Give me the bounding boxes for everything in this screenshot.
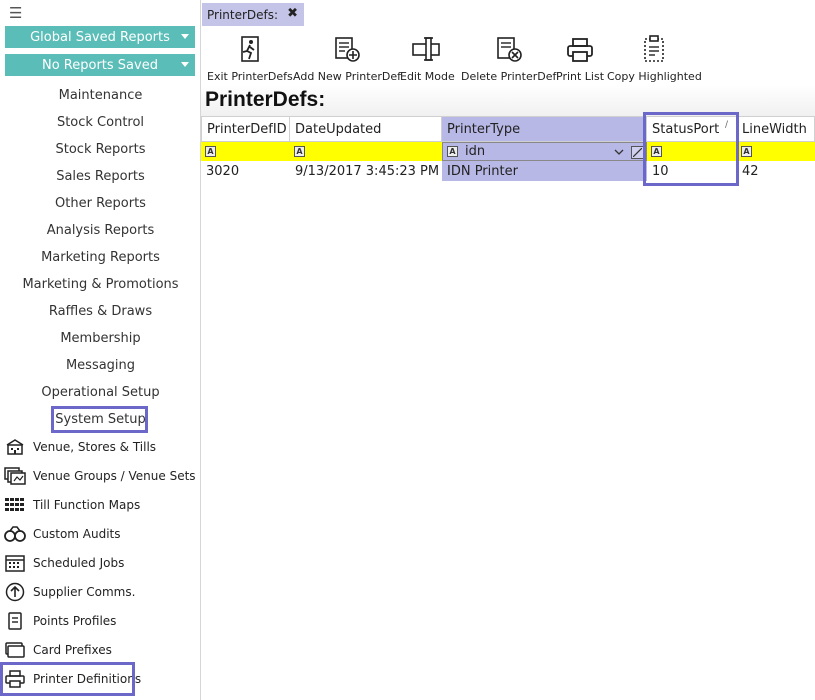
column-header-printerdefid[interactable]: PrinterDefID xyxy=(201,116,290,142)
sidebar-item-points-profiles[interactable]: Points Profiles xyxy=(4,609,116,633)
filter-cell-linewidth[interactable]: A xyxy=(737,142,815,161)
sidebar-item-card-prefixes[interactable]: Card Prefixes xyxy=(4,638,112,662)
filter-input-printertype[interactable]: idn xyxy=(465,144,485,159)
delete-printerdef-label: Delete PrinterDef xyxy=(461,70,557,83)
filter-icon: A xyxy=(741,146,752,157)
filter-cell-printerdefid[interactable]: A xyxy=(201,142,290,161)
sidebar-item-label: Custom Audits xyxy=(33,527,121,541)
sidebar-item-label: Till Function Maps xyxy=(33,498,141,512)
copy-highlighted-button[interactable]: Copy Highlighted xyxy=(607,33,702,83)
chevron-down-icon xyxy=(181,62,189,67)
exit-printerdefs-button[interactable]: Exit PrinterDefs xyxy=(207,33,293,83)
main-panel: PrinterDefs: ✖ Exit PrinterDefs Add New … xyxy=(201,0,815,700)
sidebar-item-venue-stores-tills[interactable]: Venue, Stores & Tills xyxy=(4,435,156,459)
cell-printerdefid[interactable]: 3020 xyxy=(201,161,290,181)
sidebar-item-custom-audits[interactable]: Custom Audits xyxy=(4,522,121,546)
filter-icon: A xyxy=(447,146,458,157)
page-title: PrinterDefs: xyxy=(205,88,326,111)
column-header-dateupdated[interactable]: DateUpdated xyxy=(290,116,442,142)
sidebar-item-label: Scheduled Jobs xyxy=(33,556,125,570)
cell-dateupdated[interactable]: 9/13/2017 3:45:23 PM xyxy=(290,161,442,181)
copy-highlighted-label: Copy Highlighted xyxy=(607,70,702,83)
cell-linewidth[interactable]: 42 xyxy=(737,161,815,181)
column-header-linewidth[interactable]: LineWidth xyxy=(737,116,815,142)
statusport-column-highlight xyxy=(643,112,739,186)
tab-printerdefs[interactable]: PrinterDefs: ✖ xyxy=(202,3,304,26)
cell-printertype[interactable]: IDN Printer xyxy=(442,161,647,181)
tab-label: PrinterDefs: xyxy=(207,7,279,22)
sidebar-item-label: Card Prefixes xyxy=(33,643,112,657)
add-printerdef-label: Add New PrinterDef xyxy=(293,70,401,83)
menu-item-maintenance[interactable]: Maintenance xyxy=(0,87,201,105)
no-reports-saved-dropdown[interactable]: No Reports Saved xyxy=(5,54,195,76)
sidebar-item-till-function-maps[interactable]: Till Function Maps xyxy=(4,493,140,517)
sidebar-item-label: Supplier Comms. xyxy=(33,585,136,599)
edit-mode-label: Edit Mode xyxy=(400,70,455,83)
global-saved-reports-label: Global Saved Reports xyxy=(30,29,170,45)
document-icon xyxy=(4,611,26,631)
venue-groups-icon xyxy=(4,466,26,486)
menu-item-membership[interactable]: Membership xyxy=(0,330,201,348)
menu-item-stock-control[interactable]: Stock Control xyxy=(0,114,201,132)
sidebar: ☰ Global Saved Reports No Reports Saved … xyxy=(0,0,201,700)
grid-icon xyxy=(4,495,26,515)
menu-item-operational-setup[interactable]: Operational Setup xyxy=(0,384,201,402)
handcuffs-icon xyxy=(4,524,26,544)
sidebar-item-label: Venue, Stores & Tills xyxy=(33,440,157,454)
close-icon[interactable]: ✖ xyxy=(287,6,298,21)
exit-icon xyxy=(238,33,262,63)
sidebar-item-supplier-comms[interactable]: Supplier Comms. xyxy=(4,580,135,604)
clipboard-icon xyxy=(641,33,667,63)
print-list-button[interactable]: Print List xyxy=(556,33,604,83)
system-setup-highlight xyxy=(51,406,148,433)
delete-printerdef-button[interactable]: Delete PrinterDef xyxy=(461,33,556,83)
edit-mode-button[interactable]: Edit Mode xyxy=(400,33,455,83)
chevron-down-icon xyxy=(181,34,189,39)
printer-definitions-highlight xyxy=(0,662,135,696)
menu-item-other-reports[interactable]: Other Reports xyxy=(0,195,201,213)
add-printerdef-button[interactable]: Add New PrinterDef xyxy=(293,33,401,83)
filter-cell-printertype[interactable]: A idn xyxy=(442,142,647,161)
sidebar-item-scheduled-jobs[interactable]: Scheduled Jobs xyxy=(4,551,124,575)
edit-mode-icon xyxy=(411,33,443,63)
chevron-down-icon[interactable] xyxy=(613,146,625,158)
menu-item-messaging[interactable]: Messaging xyxy=(0,357,201,375)
print-list-label: Print List xyxy=(556,70,605,83)
toolbar: Exit PrinterDefs Add New PrinterDef Edit… xyxy=(201,27,815,85)
tab-bar: PrinterDefs: ✖ xyxy=(201,0,815,27)
upload-circle-icon xyxy=(4,582,26,602)
sidebar-item-venue-groups[interactable]: Venue Groups / Venue Sets xyxy=(4,464,196,488)
sidebar-item-label: Venue Groups / Venue Sets xyxy=(33,469,196,483)
add-document-icon xyxy=(332,33,362,63)
delete-document-icon xyxy=(494,33,524,63)
filter-cell-dateupdated[interactable]: A xyxy=(290,142,442,161)
menu-item-marketing-promotions[interactable]: Marketing & Promotions xyxy=(0,276,201,294)
column-header-printertype[interactable]: PrinterType xyxy=(442,116,647,142)
venue-icon xyxy=(4,437,26,457)
filter-icon: A xyxy=(205,146,216,157)
calendar-icon xyxy=(4,553,26,573)
cards-icon xyxy=(4,640,26,660)
menu-item-analysis-reports[interactable]: Analysis Reports xyxy=(0,222,201,240)
hamburger-menu-icon[interactable]: ☰ xyxy=(9,6,22,21)
filter-icon: A xyxy=(294,146,305,157)
no-reports-saved-label: No Reports Saved xyxy=(42,57,158,73)
menu-item-marketing-reports[interactable]: Marketing Reports xyxy=(0,249,201,267)
menu-item-raffles-draws[interactable]: Raffles & Draws xyxy=(0,303,201,321)
menu-item-sales-reports[interactable]: Sales Reports xyxy=(0,168,201,186)
printer-icon xyxy=(566,33,594,63)
menu-item-stock-reports[interactable]: Stock Reports xyxy=(0,141,201,159)
sidebar-item-label: Points Profiles xyxy=(33,614,117,628)
global-saved-reports-dropdown[interactable]: Global Saved Reports xyxy=(5,26,195,48)
exit-printerdefs-label: Exit PrinterDefs xyxy=(207,70,293,83)
